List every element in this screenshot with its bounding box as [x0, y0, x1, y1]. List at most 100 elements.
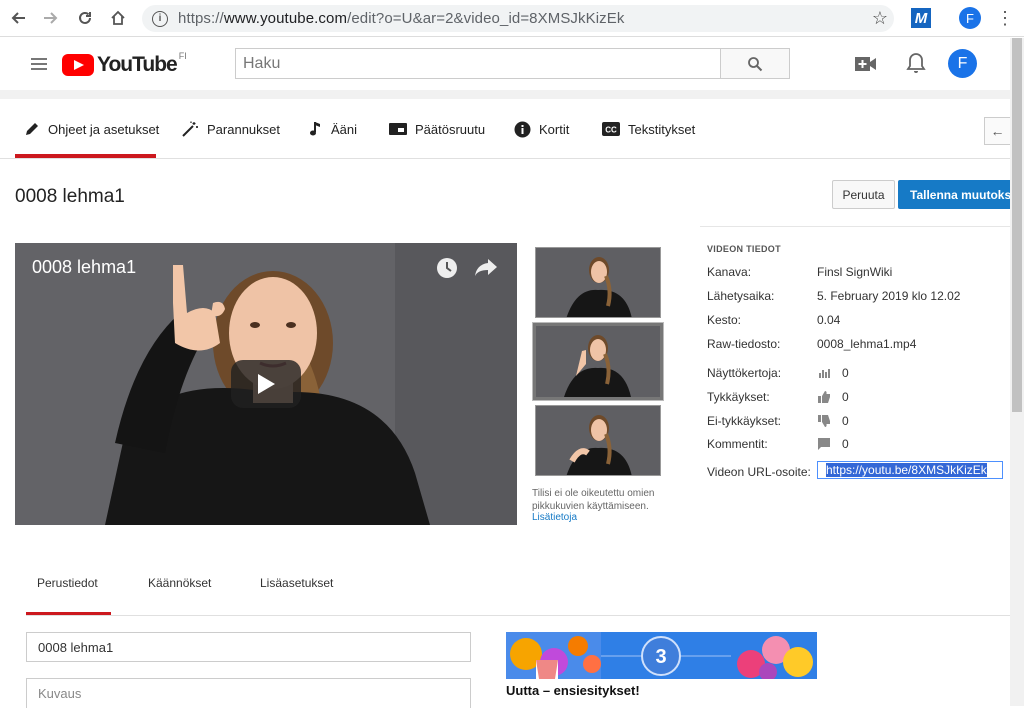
cancel-button[interactable]: Peruuta [832, 180, 895, 209]
active-tab-indicator [15, 154, 156, 158]
title-field[interactable]: 0008 lehma1 [26, 632, 471, 662]
video-camera-upload-icon[interactable] [855, 57, 877, 76]
premieres-promo-banner[interactable]: 3 [506, 632, 817, 679]
url-text: https://www.youtube.com/edit?o=U&ar=2&vi… [178, 10, 625, 27]
video-player[interactable]: 0008 lehma1 [15, 243, 517, 525]
pencil-icon [24, 121, 40, 137]
tab-cards[interactable]: Kortit [514, 99, 569, 159]
end-screen-icon [389, 122, 407, 136]
search-button[interactable] [720, 48, 790, 79]
bookmark-star-icon[interactable]: ☆ [872, 8, 888, 29]
tab-translations[interactable]: Käännökset [148, 576, 211, 590]
address-bar[interactable]: i https://www.youtube.com/edit?o=U&ar=2&… [142, 5, 894, 32]
thumbnail-image [536, 248, 660, 317]
channel-label: Kanava: [707, 265, 752, 279]
account-avatar[interactable]: F [948, 49, 977, 78]
page-scrollbar[interactable] [1010, 38, 1024, 706]
thumbnail-image [536, 326, 660, 397]
bar-chart-icon [819, 369, 830, 378]
views-label: Näyttökertoja: [707, 366, 782, 380]
scrollbar-thumb[interactable] [1012, 38, 1022, 412]
forward-icon[interactable] [36, 3, 66, 33]
channel-value[interactable]: Finsl SignWiki [817, 265, 892, 279]
player-title: 0008 lehma1 [32, 257, 137, 277]
video-url-value[interactable]: https://youtu.be/8XMSJkKizEk [826, 463, 987, 477]
youtube-header: YouTube FI Haku F [0, 38, 1010, 90]
learn-more-link[interactable]: Lisätietoja [532, 512, 577, 523]
header-divider [0, 90, 1010, 99]
comments-value: 0 [842, 437, 849, 451]
tab-audio[interactable]: Ääni [309, 99, 357, 159]
likes-value: 0 [842, 390, 849, 404]
tab-label: Kortit [539, 121, 570, 137]
details-tabs: Perustiedot Käännökset Lisäasetukset [26, 562, 1010, 616]
comment-icon [818, 438, 830, 450]
music-note-icon [309, 121, 323, 137]
youtube-play-logo-icon [62, 54, 94, 76]
editor-tabs: Ohjeet ja asetukset Parannukset Ääni Pää… [0, 99, 1010, 159]
tab-end-screen[interactable]: Päätösruutu [389, 99, 485, 159]
thumbnail-option-3[interactable] [535, 405, 661, 476]
tab-label: Parannukset [207, 121, 280, 137]
tab-label: Ohjeet ja asetukset [48, 121, 160, 137]
upload-time-label: Lähetysaika: [707, 289, 775, 303]
tab-subtitles[interactable]: CC Tekstitykset [602, 99, 695, 159]
thumbnail-image [536, 406, 660, 475]
info-icon [514, 121, 531, 138]
video-url-label: Videon URL-osoite: [707, 465, 811, 479]
region-code: FI [178, 51, 187, 61]
watch-later-clock-icon[interactable] [436, 257, 458, 284]
duration-label: Kesto: [707, 313, 742, 327]
play-button[interactable] [231, 360, 301, 408]
logo-wordmark: YouTube [97, 53, 178, 76]
reload-icon[interactable] [70, 3, 100, 33]
video-url-field[interactable]: https://youtu.be/8XMSJkKizEk [817, 461, 1003, 479]
tab-info-settings[interactable]: Ohjeet ja asetukset [24, 99, 159, 159]
magic-wand-icon [181, 121, 199, 137]
dislikes-value: 0 [842, 414, 849, 428]
premieres-caption[interactable]: Uutta – ensiesitykset! [506, 683, 640, 698]
tab-advanced-settings[interactable]: Lisäasetukset [260, 576, 333, 590]
hamburger-menu-icon[interactable] [31, 58, 47, 73]
description-field[interactable]: Kuvaus [26, 678, 471, 708]
save-changes-button[interactable]: Tallenna muutokset [898, 180, 1010, 209]
browser-profile-avatar[interactable]: F [959, 7, 981, 29]
extension-m-icon[interactable]: M [911, 8, 931, 28]
svg-text:CC: CC [605, 126, 617, 135]
custom-thumbnail-note: Tilisi ei ole oikeutettu omien pikkukuvi… [532, 488, 655, 512]
share-arrow-icon[interactable] [474, 257, 498, 282]
notification-bell-icon[interactable] [906, 52, 926, 79]
site-info-icon[interactable]: i [152, 10, 168, 27]
collapse-arrow-icon[interactable]: ← [984, 117, 1010, 145]
comments-label: Kommentit: [707, 437, 768, 451]
premieres-illustration: 3 [506, 632, 817, 679]
play-icon [258, 374, 275, 394]
tab-label: Ääni [331, 121, 358, 137]
duration-value: 0.04 [817, 313, 841, 327]
browser-menu-icon[interactable]: ⋮ [996, 6, 1014, 30]
thumbs-up-icon [818, 391, 830, 403]
tab-label: Tekstitykset [628, 121, 696, 137]
back-icon[interactable] [3, 3, 33, 33]
thumbnail-option-1[interactable] [535, 247, 661, 318]
search-input[interactable]: Haku [235, 48, 721, 79]
search-icon [748, 56, 763, 71]
upload-time-value: 5. February 2019 klo 12.02 [817, 289, 961, 303]
views-value: 0 [842, 366, 849, 380]
badge-number: 3 [655, 646, 666, 668]
video-info-heading: VIDEON TIEDOT [707, 244, 781, 254]
likes-label: Tykkäykset: [707, 390, 770, 404]
dislikes-label: Ei-tykkäykset: [707, 414, 782, 428]
thumbnail-option-2-selected[interactable] [532, 322, 664, 401]
cc-icon: CC [602, 122, 620, 136]
active-tab-indicator [26, 612, 111, 615]
divider [700, 226, 1010, 227]
thumbs-down-icon [818, 415, 830, 427]
youtube-logo[interactable]: YouTube FI [62, 51, 187, 77]
raw-file-label: Raw-tiedosto: [707, 337, 781, 351]
tab-basic-info[interactable]: Perustiedot [37, 576, 98, 590]
home-icon[interactable] [103, 3, 133, 33]
page-title: 0008 lehma1 [15, 186, 125, 207]
tab-enhancements[interactable]: Parannukset [181, 99, 280, 159]
raw-file-value: 0008_lehma1.mp4 [817, 337, 917, 351]
